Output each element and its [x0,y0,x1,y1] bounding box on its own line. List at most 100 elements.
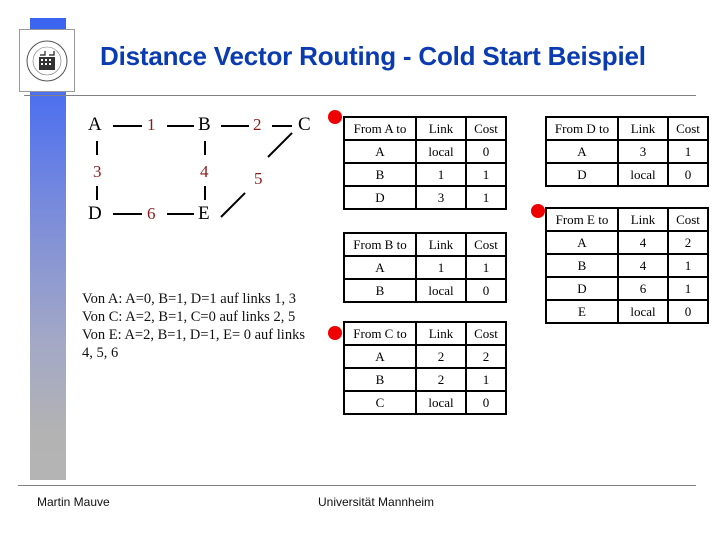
table-row: B 1 1 [343,162,507,187]
cell-cost: 0 [465,139,507,164]
cell-dest: D [545,276,619,301]
update-marker-a [328,110,342,124]
header-cell: From B to [343,232,417,257]
edge-4-e [204,186,206,200]
table-row: B 2 1 [343,367,507,392]
update-marker-c [328,326,342,340]
cell-dest: E [545,299,619,324]
cell-link: 2 [415,344,467,369]
link-label-5: 5 [254,169,263,188]
cell-cost: 0 [465,278,507,303]
graph-node-c: C [298,114,311,135]
cell-link: 6 [617,276,669,301]
cell-dest: B [343,278,417,303]
table-row: C local 0 [343,390,507,415]
table-row: A 2 2 [343,344,507,369]
graph-node-d: D [88,203,102,224]
edge-1-b [167,125,194,127]
cell-cost: 1 [465,162,507,187]
header-cell: Cost [465,116,507,141]
graph-node-a: A [88,114,102,135]
note-line: Von E: A=2, B=1, D=1, E= 0 auf links 4, … [82,327,305,361]
footer-institution: Universität Mannheim [318,495,435,509]
edge-d-6 [113,213,142,215]
link-label-4: 4 [200,162,209,181]
graph-node-b: B [198,114,211,135]
cell-cost: 2 [667,230,709,255]
note-line: Von C: A=2, B=1, C=0 auf links 2, 5 [82,309,296,325]
cell-dest: A [343,255,417,280]
header-cell: Cost [465,321,507,346]
footer-author: Martin Mauve [37,495,110,509]
cell-cost: 1 [465,255,507,280]
header-cell: Link [415,116,467,141]
header-cell: Link [415,321,467,346]
table-row: A 1 1 [343,255,507,280]
update-marker-e [531,204,545,218]
table-header-row: From E to Link Cost [545,207,709,232]
cell-link: local [415,390,467,415]
routing-table-e: From E to Link Cost A 4 2 B 4 1 D 6 1 E … [545,207,709,324]
edge-b-2 [221,125,249,127]
table-row: A 4 2 [545,230,709,255]
header-cell: From C to [343,321,417,346]
cell-dest: D [545,162,619,187]
link-label-1: 1 [147,115,156,134]
header-cell: Link [617,207,669,232]
cell-dest: A [343,344,417,369]
table-header-row: From A to Link Cost [343,116,507,141]
cell-dest: A [343,139,417,164]
cell-link: local [415,139,467,164]
edge-5-c [267,132,293,158]
table-row: D 3 1 [343,185,507,210]
routing-table-a: From A to Link Cost A local 0 B 1 1 D 3 … [343,116,507,210]
cell-link: 4 [617,253,669,278]
cell-link: 2 [415,367,467,392]
edge-a-1 [113,125,142,127]
cell-cost: 1 [667,276,709,301]
cell-link: local [617,299,669,324]
cell-cost: 1 [465,367,507,392]
note-line: Von A: A=0, B=1, D=1 auf links 1, 3 [82,291,296,307]
table-row: B 4 1 [545,253,709,278]
routing-table-d: From D to Link Cost A 3 1 D local 0 [545,116,709,187]
cell-cost: 1 [667,253,709,278]
cell-dest: B [545,253,619,278]
table-header-row: From C to Link Cost [343,321,507,346]
header-cell: Cost [465,232,507,257]
edge-6-e [167,213,194,215]
header-cell: Cost [667,116,709,141]
table-row: D local 0 [545,162,709,187]
cell-cost: 1 [667,139,709,164]
edge-2-c [272,125,292,127]
cell-cost: 0 [667,299,709,324]
graph-node-e: E [198,203,210,224]
link-label-6: 6 [147,204,156,223]
cell-dest: B [343,367,417,392]
footer-divider [18,485,696,486]
update-notes: Von A: A=0, B=1, D=1 auf links 1, 3 Von … [82,290,307,362]
cell-dest: A [545,139,619,164]
cell-dest: A [545,230,619,255]
edge-e-5 [220,192,246,218]
table-row: E local 0 [545,299,709,324]
routing-table-c: From C to Link Cost A 2 2 B 2 1 C local … [343,321,507,415]
cell-cost: 1 [465,185,507,210]
cell-cost: 0 [667,162,709,187]
table-row: A local 0 [343,139,507,164]
table-row: B local 0 [343,278,507,303]
cell-cost: 0 [465,390,507,415]
header-cell: Link [617,116,669,141]
edge-a-3 [96,141,98,155]
table-header-row: From B to Link Cost [343,232,507,257]
cell-dest: D [343,185,417,210]
table-row: D 6 1 [545,276,709,301]
network-graph: A B C D E 1 2 3 4 5 6 [0,0,340,240]
cell-link: local [617,162,669,187]
header-cell: From D to [545,116,619,141]
cell-link: 1 [415,162,467,187]
cell-dest: C [343,390,417,415]
header-cell: From E to [545,207,619,232]
edge-3-d [96,186,98,200]
cell-cost: 2 [465,344,507,369]
